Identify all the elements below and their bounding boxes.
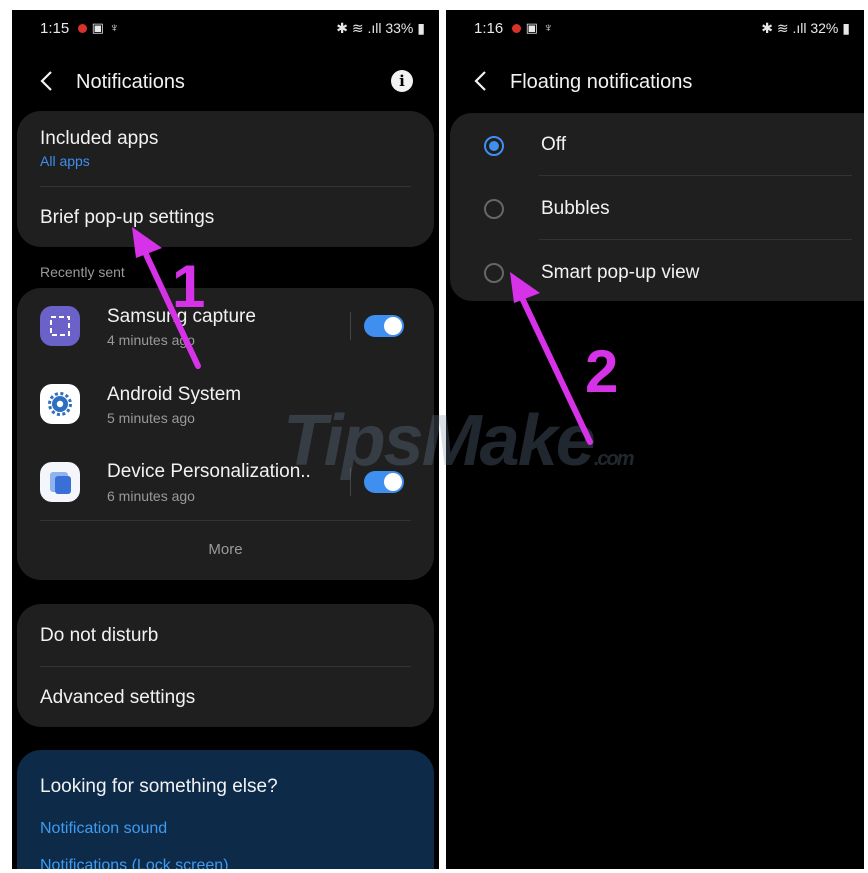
divider [40, 186, 411, 187]
debug-icon: ♆ [109, 20, 121, 35]
device-personalization-toggle[interactable] [364, 471, 404, 493]
samsung-capture-icon [40, 306, 80, 346]
divider [350, 468, 351, 496]
option-label: Smart pop-up view [541, 262, 700, 283]
divider [539, 175, 852, 176]
app-time: 4 minutes ago [107, 332, 195, 348]
app-header: Notifications i [12, 60, 439, 104]
status-notification-icons: ▣ ♆ [78, 20, 120, 36]
app-notification-icon [512, 24, 521, 34]
app-name: Android System [107, 384, 242, 405]
more-button[interactable]: More [17, 541, 434, 558]
image-icon: ▣ [91, 20, 105, 35]
bluetooth-icon: ✱ [336, 20, 348, 36]
divider [350, 312, 351, 340]
app-time: 5 minutes ago [107, 410, 195, 426]
app-notification-icon [78, 24, 87, 34]
signal-icon: .ıll [792, 20, 807, 36]
brief-popup-settings-label: Brief pop-up settings [40, 207, 215, 228]
android-system-gear-icon [40, 384, 80, 424]
radio-smart-popup-view[interactable] [484, 263, 504, 283]
debug-icon: ♆ [543, 20, 555, 35]
image-divider [439, 0, 446, 873]
page-title: Notifications [76, 71, 185, 93]
recently-sent-card: Samsung capture 4 minutes ago Android Sy… [17, 288, 434, 580]
included-apps-value: All apps [40, 153, 90, 169]
do-not-disturb-item[interactable]: Do not disturb [40, 625, 158, 647]
battery-percent: 33% [385, 20, 414, 36]
notification-sound-link[interactable]: Notification sound [40, 820, 167, 838]
image-icon: ▣ [525, 20, 539, 35]
radio-bubbles[interactable] [484, 199, 504, 219]
app-time: 6 minutes ago [107, 488, 195, 504]
battery-icon: ▮ [417, 20, 425, 36]
suggestions-card: Looking for something else? Notification… [17, 750, 434, 869]
notification-settings-card: Included apps All apps Brief pop-up sett… [17, 111, 434, 247]
signal-icon: .ıll [367, 20, 382, 36]
battery-percent: 32% [810, 20, 839, 36]
divider [539, 239, 852, 240]
divider [40, 520, 411, 521]
status-right: ✱ ≋ .ıll 32% ▮ [761, 20, 850, 37]
other-settings-card: Do not disturb Advanced settings [17, 604, 434, 727]
notifications-screen: 1:15 ▣ ♆ ✱ ≋ .ıll 33% ▮ Notifications i … [12, 10, 439, 869]
page-title: Floating notifications [510, 71, 693, 93]
status-time: 1:16 [474, 20, 504, 37]
option-label: Off [541, 134, 566, 155]
device-personalization-icon [40, 462, 80, 502]
status-bar: 1:16 ▣ ♆ ✱ ≋ .ıll 32% ▮ [446, 10, 864, 46]
wifi-icon: ≋ [776, 20, 789, 36]
status-notification-icons: ▣ ♆ [512, 20, 554, 36]
status-time: 1:15 [40, 20, 70, 37]
advanced-settings-item[interactable]: Advanced settings [40, 687, 195, 709]
radio-off[interactable] [484, 136, 504, 156]
option-label: Bubbles [541, 198, 610, 219]
floating-notifications-screen: 1:16 ▣ ♆ ✱ ≋ .ıll 32% ▮ Floating notific… [446, 10, 864, 869]
wifi-icon: ≋ [351, 20, 364, 36]
floating-options-card: Off Bubbles Smart pop-up view [450, 113, 864, 301]
included-apps-label: Included apps [40, 128, 159, 149]
status-right: ✱ ≋ .ıll 33% ▮ [336, 20, 425, 37]
app-name: Device Personalization.. [107, 461, 311, 482]
info-icon[interactable]: i [391, 70, 413, 92]
suggestions-title: Looking for something else? [40, 776, 278, 797]
recently-sent-label: Recently sent [40, 264, 125, 280]
battery-icon: ▮ [842, 20, 850, 36]
app-name: Samsung capture [107, 306, 256, 327]
bluetooth-icon: ✱ [761, 20, 773, 36]
back-arrow-icon[interactable] [38, 69, 58, 93]
notifications-lock-screen-link[interactable]: Notifications (Lock screen) [40, 857, 229, 869]
divider [40, 666, 411, 667]
back-arrow-icon[interactable] [472, 69, 492, 93]
samsung-capture-toggle[interactable] [364, 315, 404, 337]
app-header: Floating notifications [446, 60, 864, 104]
status-bar: 1:15 ▣ ♆ ✱ ≋ .ıll 33% ▮ [12, 10, 439, 46]
